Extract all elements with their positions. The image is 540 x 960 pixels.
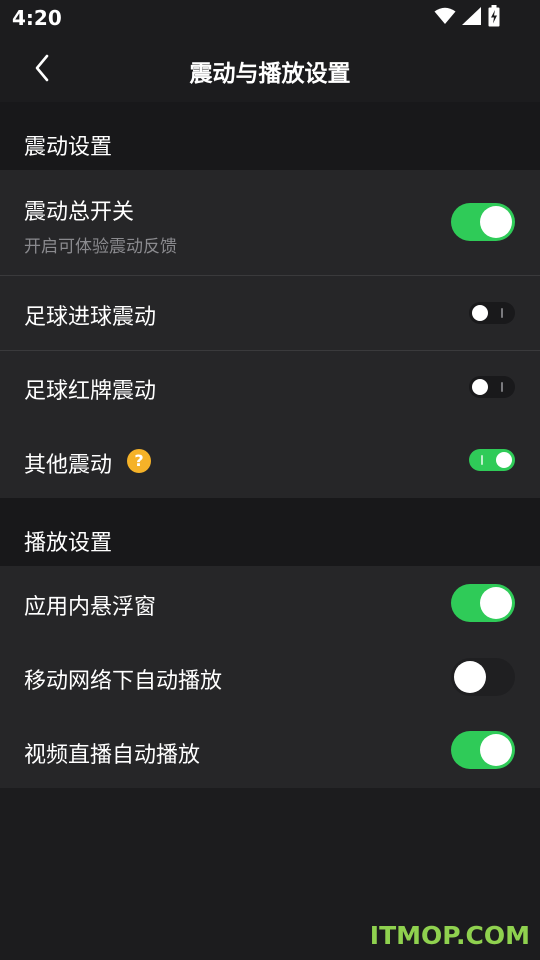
section-header-vibration: 震动设置: [0, 102, 540, 170]
floating-window-toggle[interactable]: [451, 584, 515, 622]
toggle-knob: [472, 305, 488, 321]
nav-bar: 震动与播放设置: [0, 36, 540, 102]
toggle-on-mark: [481, 455, 483, 465]
goal-vibration-label: 足球进球震动: [24, 305, 157, 330]
help-icon[interactable]: ?: [127, 449, 151, 473]
red-card-vibration-toggle[interactable]: [469, 376, 515, 398]
setting-row-goal-vibration: 足球进球震动: [0, 276, 540, 350]
toggle-off-mark: [501, 382, 503, 392]
setting-row-master-vibration: 震动总开关 开启可体验震动反馈: [0, 170, 540, 275]
toggle-knob: [480, 734, 512, 766]
toggle-off-mark: [501, 308, 503, 318]
mobile-autoplay-toggle[interactable]: [451, 658, 515, 696]
battery-charging-icon: [488, 5, 500, 31]
section-title-vibration: 震动设置: [24, 135, 113, 160]
floating-window-label: 应用内悬浮窗: [24, 595, 157, 620]
cell-signal-icon: [462, 7, 482, 29]
toggle-knob: [472, 379, 488, 395]
setting-row-live-autoplay: 视频直播自动播放: [0, 714, 540, 788]
playback-settings-group: 应用内悬浮窗 移动网络下自动播放 视频直播自动播放: [0, 566, 540, 788]
setting-row-red-card-vibration: 足球红牌震动: [0, 351, 540, 425]
master-vibration-toggle[interactable]: [451, 203, 515, 241]
toggle-knob: [496, 452, 512, 468]
page-title: 震动与播放设置: [189, 61, 351, 87]
setting-row-other-vibration: 其他震动 ?: [0, 425, 540, 498]
chevron-left-icon: [34, 54, 50, 86]
toggle-knob: [480, 206, 512, 238]
vibration-settings-group: 震动总开关 开启可体验震动反馈 足球进球震动 足球红牌震动 其他震动 ?: [0, 170, 540, 498]
section-title-playback: 播放设置: [24, 531, 113, 556]
setting-row-mobile-autoplay: 移动网络下自动播放: [0, 640, 540, 714]
red-card-vibration-label: 足球红牌震动: [24, 379, 157, 404]
status-bar: 4:20: [0, 0, 540, 36]
live-autoplay-label: 视频直播自动播放: [24, 743, 201, 768]
wifi-icon: [434, 7, 456, 29]
goal-vibration-toggle[interactable]: [469, 302, 515, 324]
back-button[interactable]: [22, 50, 62, 90]
setting-row-floating-window: 应用内悬浮窗: [0, 566, 540, 640]
watermark-logo: ITMOP.COM: [369, 921, 530, 950]
live-autoplay-toggle[interactable]: [451, 731, 515, 769]
status-icons: [434, 5, 500, 31]
toggle-knob: [480, 587, 512, 619]
section-header-playback: 播放设置: [0, 498, 540, 566]
master-vibration-label: 震动总开关: [24, 200, 135, 225]
mobile-autoplay-label: 移动网络下自动播放: [24, 669, 223, 694]
settings-screen: 4:20 震动与播放设置 震动设置 震动总开关 开启可体验震动反馈 足球进球震动…: [0, 0, 540, 960]
status-time: 4:20: [12, 6, 62, 30]
other-vibration-label: 其他震动: [24, 453, 113, 478]
toggle-knob: [454, 661, 486, 693]
other-vibration-toggle[interactable]: [469, 449, 515, 471]
master-vibration-subtitle: 开启可体验震动反馈: [24, 237, 177, 257]
